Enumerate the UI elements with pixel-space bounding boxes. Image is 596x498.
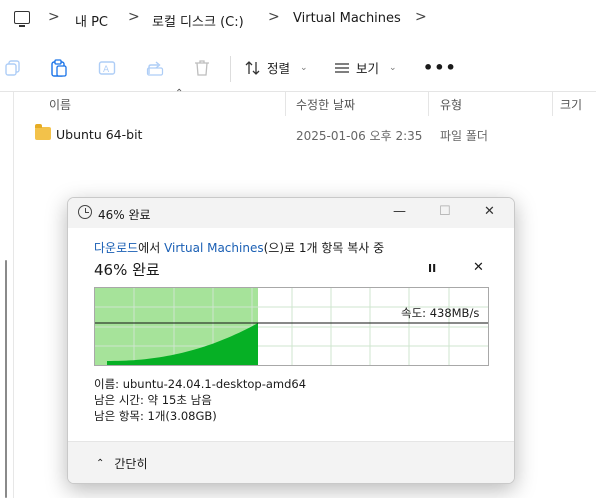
transfer-speed-graph [94,287,489,366]
chevron-up-icon: ⌃ [96,458,105,469]
chevron-down-icon: ⌄ [389,62,397,73]
column-type[interactable]: 유형 [440,96,462,113]
file-type: 파일 폴더 [440,129,488,143]
close-button[interactable]: ✕ [484,204,495,219]
pause-button[interactable]: II [428,262,436,275]
breadcrumb: > 내 PC > 로컬 디스크 (C:) > Virtual Machines … [0,0,596,40]
column-header: ⌃ 이름 수정한 날짜 유형 크기 [15,88,596,118]
view-label: 보기 [356,61,380,76]
progress-percent: 46% 완료 [94,261,160,279]
breadcrumb-item-this-pc[interactable]: 내 PC [75,11,108,30]
folder-icon [35,124,51,140]
maximize-button[interactable]: ☐ [439,204,451,219]
dialog-title-bar[interactable]: 46% 완료 — ☐ ✕ [68,198,514,228]
sort-label: 정렬 [267,61,291,76]
copy-icon[interactable] [4,59,22,77]
command-bar: A 정렬 ⌄ 보기 ⌄ ••• [0,44,596,92]
sort-icon [245,60,260,75]
share-icon[interactable] [146,59,164,77]
delete-icon[interactable] [193,59,211,77]
file-name-line: 이름: ubuntu-24.04.1-desktop-amd64 [94,377,307,391]
navigation-pane [0,92,14,498]
less-details-label: 간단히 [114,457,148,471]
column-modified[interactable]: 수정한 날짜 [296,96,355,113]
file-name: Ubuntu 64-bit [56,127,143,142]
column-size[interactable]: 크기 [560,96,582,113]
list-item[interactable]: Ubuntu 64-bit 2025-01-06 오후 2:35 파일 폴더 [15,122,596,146]
column-divider[interactable] [552,92,553,116]
destination-link[interactable]: Virtual Machines [164,241,264,255]
copy-status-text: (으)로 1개 항목 복사 중 [263,241,385,255]
cancel-button[interactable]: ✕ [473,260,484,275]
computer-icon[interactable] [14,11,30,27]
sort-ascending-icon: ⌃ [175,88,184,99]
items-remaining-line: 남은 항목: 1개(3.08GB) [94,409,217,423]
paste-icon[interactable] [50,59,68,77]
breadcrumb-item-local-disk[interactable]: 로컬 디스크 (C:) [152,11,244,30]
dialog-footer: ⌃ 간단히 [68,441,514,483]
svg-text:A: A [103,65,110,75]
more-options-icon[interactable]: ••• [423,58,457,77]
rename-icon[interactable]: A [98,59,116,77]
copy-progress-dialog: 46% 완료 — ☐ ✕ 다운로드에서 Virtual Machines(으)로… [67,197,515,484]
speed-chart [95,288,488,365]
source-link[interactable]: 다운로드 [94,241,138,255]
view-list-icon [335,62,349,73]
file-modified: 2025-01-06 오후 2:35 [296,129,423,143]
chevron-right-icon[interactable]: > [415,9,427,25]
clock-icon [78,205,92,219]
chevron-right-icon[interactable]: > [48,9,60,25]
column-divider[interactable] [428,92,429,116]
column-divider[interactable] [285,92,286,116]
toolbar-divider [230,56,231,82]
minimize-button[interactable]: — [393,204,406,219]
column-name[interactable]: 이름 [49,96,71,113]
speed-label: 속도: 438MB/s [401,306,480,320]
time-remaining-line: 남은 시간: 약 15초 남음 [94,393,212,407]
sort-button[interactable]: 정렬 ⌄ [245,58,308,77]
chevron-right-icon[interactable]: > [268,9,280,25]
from-text: 에서 [138,241,165,255]
copy-description: 다운로드에서 Virtual Machines(으)로 1개 항목 복사 중 [94,239,384,256]
chevron-right-icon[interactable]: > [128,9,140,25]
less-details-button[interactable]: ⌃ 간단히 [96,455,148,472]
view-button[interactable]: 보기 ⌄ [334,58,397,77]
chevron-down-icon: ⌄ [300,62,308,73]
dialog-title: 46% 완료 [98,208,151,222]
breadcrumb-item-virtual-machines[interactable]: Virtual Machines [293,11,401,26]
scrollbar[interactable] [5,260,7,498]
